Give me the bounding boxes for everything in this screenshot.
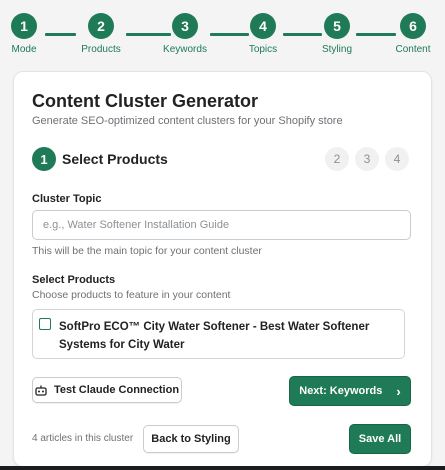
step-label: Styling xyxy=(321,44,352,55)
step-number: 4 xyxy=(250,13,276,39)
step-label: Content xyxy=(395,44,431,55)
generator-card: Content Cluster Generator Generate SEO-o… xyxy=(13,71,432,467)
chevron-right-icon: › xyxy=(396,383,401,399)
products-help: Choose products to feature in your conte… xyxy=(32,289,231,301)
cluster-topic-help: This will be the main topic for your con… xyxy=(32,245,262,257)
mini-step: 3 xyxy=(355,147,379,171)
step-content[interactable]: 6 Content xyxy=(383,13,443,55)
step-mode[interactable]: 1 Mode xyxy=(0,13,54,55)
progress-stepper: 1 Mode 2 Products 3 Keywords 4 Topics 5 … xyxy=(0,0,445,62)
step-label: Topics xyxy=(248,44,278,55)
save-all-label: Save All xyxy=(358,433,402,445)
section-mini-steps: 2 3 4 xyxy=(325,147,409,171)
section-number: 1 xyxy=(32,147,56,171)
step-number: 1 xyxy=(11,13,37,39)
page-subtitle: Generate SEO-optimized content clusters … xyxy=(32,115,343,127)
cluster-topic-label: Cluster Topic xyxy=(32,193,102,205)
section-header: 1 Select Products xyxy=(32,147,168,171)
product-checkbox[interactable] xyxy=(39,318,51,330)
step-label: Keywords xyxy=(163,44,207,55)
save-all-button[interactable]: Save All xyxy=(349,424,411,454)
next-keywords-button[interactable]: Next: Keywords › xyxy=(289,376,411,406)
step-number: 5 xyxy=(324,13,350,39)
robot-icon xyxy=(35,385,47,396)
products-label: Select Products xyxy=(32,274,116,286)
mini-step: 2 xyxy=(325,147,349,171)
step-styling[interactable]: 5 Styling xyxy=(307,13,367,55)
test-connection-button[interactable]: Test Claude Connection xyxy=(32,377,182,403)
step-products[interactable]: 2 Products xyxy=(71,13,131,55)
page-title: Content Cluster Generator xyxy=(32,91,259,111)
step-label: Mode xyxy=(11,44,37,55)
test-connection-label: Test Claude Connection xyxy=(53,384,180,396)
step-number: 3 xyxy=(172,13,198,39)
bottom-edge xyxy=(0,466,445,470)
back-to-styling-button[interactable]: Back to Styling xyxy=(143,425,239,453)
step-label: Products xyxy=(81,44,121,55)
next-keywords-label: Next: Keywords xyxy=(299,385,383,397)
cluster-topic-input[interactable] xyxy=(32,210,411,240)
section-title: Select Products xyxy=(62,151,168,167)
mini-step: 4 xyxy=(385,147,409,171)
article-count: 4 articles in this cluster xyxy=(32,433,134,444)
step-topics[interactable]: 4 Topics xyxy=(233,13,293,55)
product-list: SoftPro ECO™ City Water Softener - Best … xyxy=(32,309,405,359)
step-keywords[interactable]: 3 Keywords xyxy=(155,13,215,55)
product-name: SoftPro ECO™ City Water Softener - Best … xyxy=(59,321,370,351)
step-number: 2 xyxy=(88,13,114,39)
step-number: 6 xyxy=(400,13,426,39)
back-to-styling-label: Back to Styling xyxy=(151,433,231,445)
